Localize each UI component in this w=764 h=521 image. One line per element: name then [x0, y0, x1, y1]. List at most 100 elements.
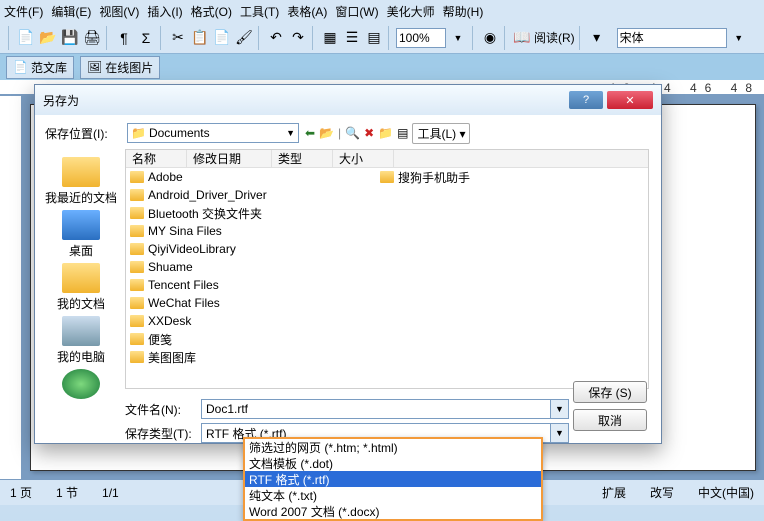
brush-icon[interactable]: 🖌 — [234, 28, 254, 48]
folder-icon — [130, 351, 144, 363]
zoom-arrow-icon[interactable]: ▼ — [448, 28, 468, 48]
save-location-value: Documents — [149, 126, 210, 140]
place-mycomp[interactable]: 我的电脑 — [57, 316, 105, 365]
dropdown-option[interactable]: 筛选过的网页 (*.htm; *.html) — [245, 439, 541, 455]
filetype-label: 保存类型(T): — [125, 425, 195, 442]
desktop-icon — [62, 210, 100, 240]
font-arrow-icon[interactable]: ▼ — [729, 28, 749, 48]
main-toolbar: 📄 📂 💾 🖨 ¶ Σ ✂ 📋 📄 🖌 ↶ ↷ ▦ ☰ ▤ ▼ ◉ 📖 阅读(R… — [0, 22, 764, 54]
folder-item[interactable]: WeChat Files — [126, 294, 648, 312]
copy-icon[interactable]: 📋 — [190, 28, 210, 48]
folder-item[interactable]: 便笺 — [126, 330, 648, 348]
folder-item[interactable]: Android_Driver_Driver — [126, 186, 648, 204]
dropdown-icon[interactable]: ▾ — [587, 28, 607, 48]
columns-icon[interactable]: ☰ — [342, 28, 362, 48]
separator-icon: | — [338, 126, 341, 140]
menu-bar: 文件(F) 编辑(E) 视图(V) 插入(I) 格式(O) 工具(T) 表格(A… — [0, 0, 764, 22]
folder-icon — [380, 171, 394, 183]
menu-table[interactable]: 表格(A) — [287, 3, 327, 20]
status-section: 1 节 — [56, 484, 78, 501]
menu-file[interactable]: 文件(F) — [4, 3, 43, 20]
save-button[interactable]: 保存 (S) — [573, 381, 647, 403]
paragraph-icon[interactable]: ¶ — [114, 28, 134, 48]
undo-icon[interactable]: ↶ — [266, 28, 286, 48]
spreadsheet-icon[interactable]: ▤ — [364, 28, 384, 48]
filetype-dropdown[interactable]: 筛选过的网页 (*.htm; *.html)文档模板 (*.dot)RTF 格式… — [243, 437, 543, 521]
menu-format[interactable]: 格式(O) — [191, 3, 232, 20]
dropdown-option[interactable]: RTF 格式 (*.rtf) — [245, 471, 541, 487]
menu-edit[interactable]: 编辑(E) — [51, 3, 91, 20]
folder-icon — [130, 189, 144, 201]
paste-icon[interactable]: 📄 — [212, 28, 232, 48]
search-icon[interactable]: 🔍 — [345, 126, 360, 140]
dialog-title: 另存为 — [43, 92, 565, 109]
col-name[interactable]: 名称 — [126, 150, 187, 167]
menu-view[interactable]: 视图(V) — [99, 3, 139, 20]
chevron-down-icon[interactable]: ▼ — [550, 424, 568, 442]
save-location-label: 保存位置(I): — [45, 125, 121, 142]
new-folder-icon[interactable]: 📁 — [378, 126, 393, 140]
zoom-input[interactable] — [396, 28, 446, 48]
cut-icon[interactable]: ✂ — [168, 28, 188, 48]
new-doc-icon[interactable]: 📄 — [16, 28, 36, 48]
folder-icon — [130, 279, 144, 291]
image-icon: 🖼 — [87, 60, 102, 74]
dropdown-option[interactable]: Word 2007 文档 (*.docx) — [245, 503, 541, 519]
folder-icon: 📁 — [131, 126, 146, 140]
sigma-icon[interactable]: Σ — [136, 28, 156, 48]
up-icon[interactable]: 📂 — [319, 126, 334, 140]
col-type[interactable]: 类型 — [272, 150, 333, 167]
folder-item[interactable]: MY Sina Files — [126, 222, 648, 240]
filename-label: 文件名(N): — [125, 401, 195, 418]
menu-insert[interactable]: 插入(I) — [147, 3, 182, 20]
secondary-toolbar: 📄范文库 🖼在线图片 — [0, 54, 764, 80]
tools-menu[interactable]: 工具(L) ▾ — [412, 123, 470, 144]
place-network[interactable] — [62, 369, 100, 399]
file-list[interactable]: 名称 修改日期 类型 大小 Adobe搜狗手机助手Android_Driver_… — [125, 149, 649, 389]
chevron-down-icon: ▼ — [286, 128, 295, 138]
book-icon[interactable]: 📖 — [512, 28, 532, 48]
menu-window[interactable]: 窗口(W) — [335, 3, 378, 20]
folder-item[interactable]: Bluetooth 交换文件夹 — [126, 204, 648, 222]
folder-item[interactable]: QiyiVideoLibrary — [126, 240, 648, 258]
table-icon[interactable]: ▦ — [320, 28, 340, 48]
place-mydocs[interactable]: 我的文档 — [57, 263, 105, 312]
dropdown-option[interactable]: 文档模板 (*.dot) — [245, 455, 541, 471]
folder-icon — [130, 333, 144, 345]
folder-item[interactable]: Shuame — [126, 258, 648, 276]
status-lang: 中文(中国) — [698, 484, 754, 501]
read-label[interactable]: 阅读(R) — [534, 29, 575, 46]
delete-icon[interactable]: ✖ — [364, 126, 374, 140]
place-recent[interactable]: 我最近的文档 — [45, 157, 117, 206]
col-date[interactable]: 修改日期 — [187, 150, 272, 167]
folder-icon — [130, 225, 144, 237]
menu-help[interactable]: 帮助(H) — [443, 3, 484, 20]
open-icon[interactable]: 📂 — [38, 28, 58, 48]
dialog-close-button[interactable]: ✕ — [607, 91, 653, 109]
folder-item[interactable]: XXDesk — [126, 312, 648, 330]
status-fraction: 1/1 — [102, 486, 119, 500]
print-icon[interactable]: 🖨 — [82, 28, 102, 48]
folder-item[interactable]: 搜狗手机助手 — [376, 168, 470, 186]
save-location-combo[interactable]: 📁 Documents ▼ — [127, 123, 299, 143]
menu-tools[interactable]: 工具(T) — [240, 3, 279, 20]
place-desktop[interactable]: 桌面 — [62, 210, 100, 259]
back-icon[interactable]: ⬅ — [305, 126, 315, 140]
save-icon[interactable]: 💾 — [60, 28, 80, 48]
help-icon[interactable]: ◉ — [480, 28, 500, 48]
view-icon[interactable]: ▤ — [397, 126, 408, 140]
redo-icon[interactable]: ↷ — [288, 28, 308, 48]
file-list-header: 名称 修改日期 类型 大小 — [126, 150, 648, 168]
folder-item[interactable]: 美图图库 — [126, 348, 648, 366]
filename-combo[interactable]: Doc1.rtf ▼ — [201, 399, 569, 419]
folder-item[interactable]: Tencent Files — [126, 276, 648, 294]
col-size[interactable]: 大小 — [333, 150, 394, 167]
template-lib-button[interactable]: 📄范文库 — [6, 56, 74, 79]
dropdown-option[interactable]: 纯文本 (*.txt) — [245, 487, 541, 503]
menu-beauty[interactable]: 美化大师 — [387, 3, 435, 20]
online-images-button[interactable]: 🖼在线图片 — [80, 56, 160, 79]
dialog-help-button[interactable]: ? — [569, 91, 603, 109]
chevron-down-icon[interactable]: ▼ — [550, 400, 568, 418]
cancel-button[interactable]: 取消 — [573, 409, 647, 431]
font-select[interactable] — [617, 28, 727, 48]
